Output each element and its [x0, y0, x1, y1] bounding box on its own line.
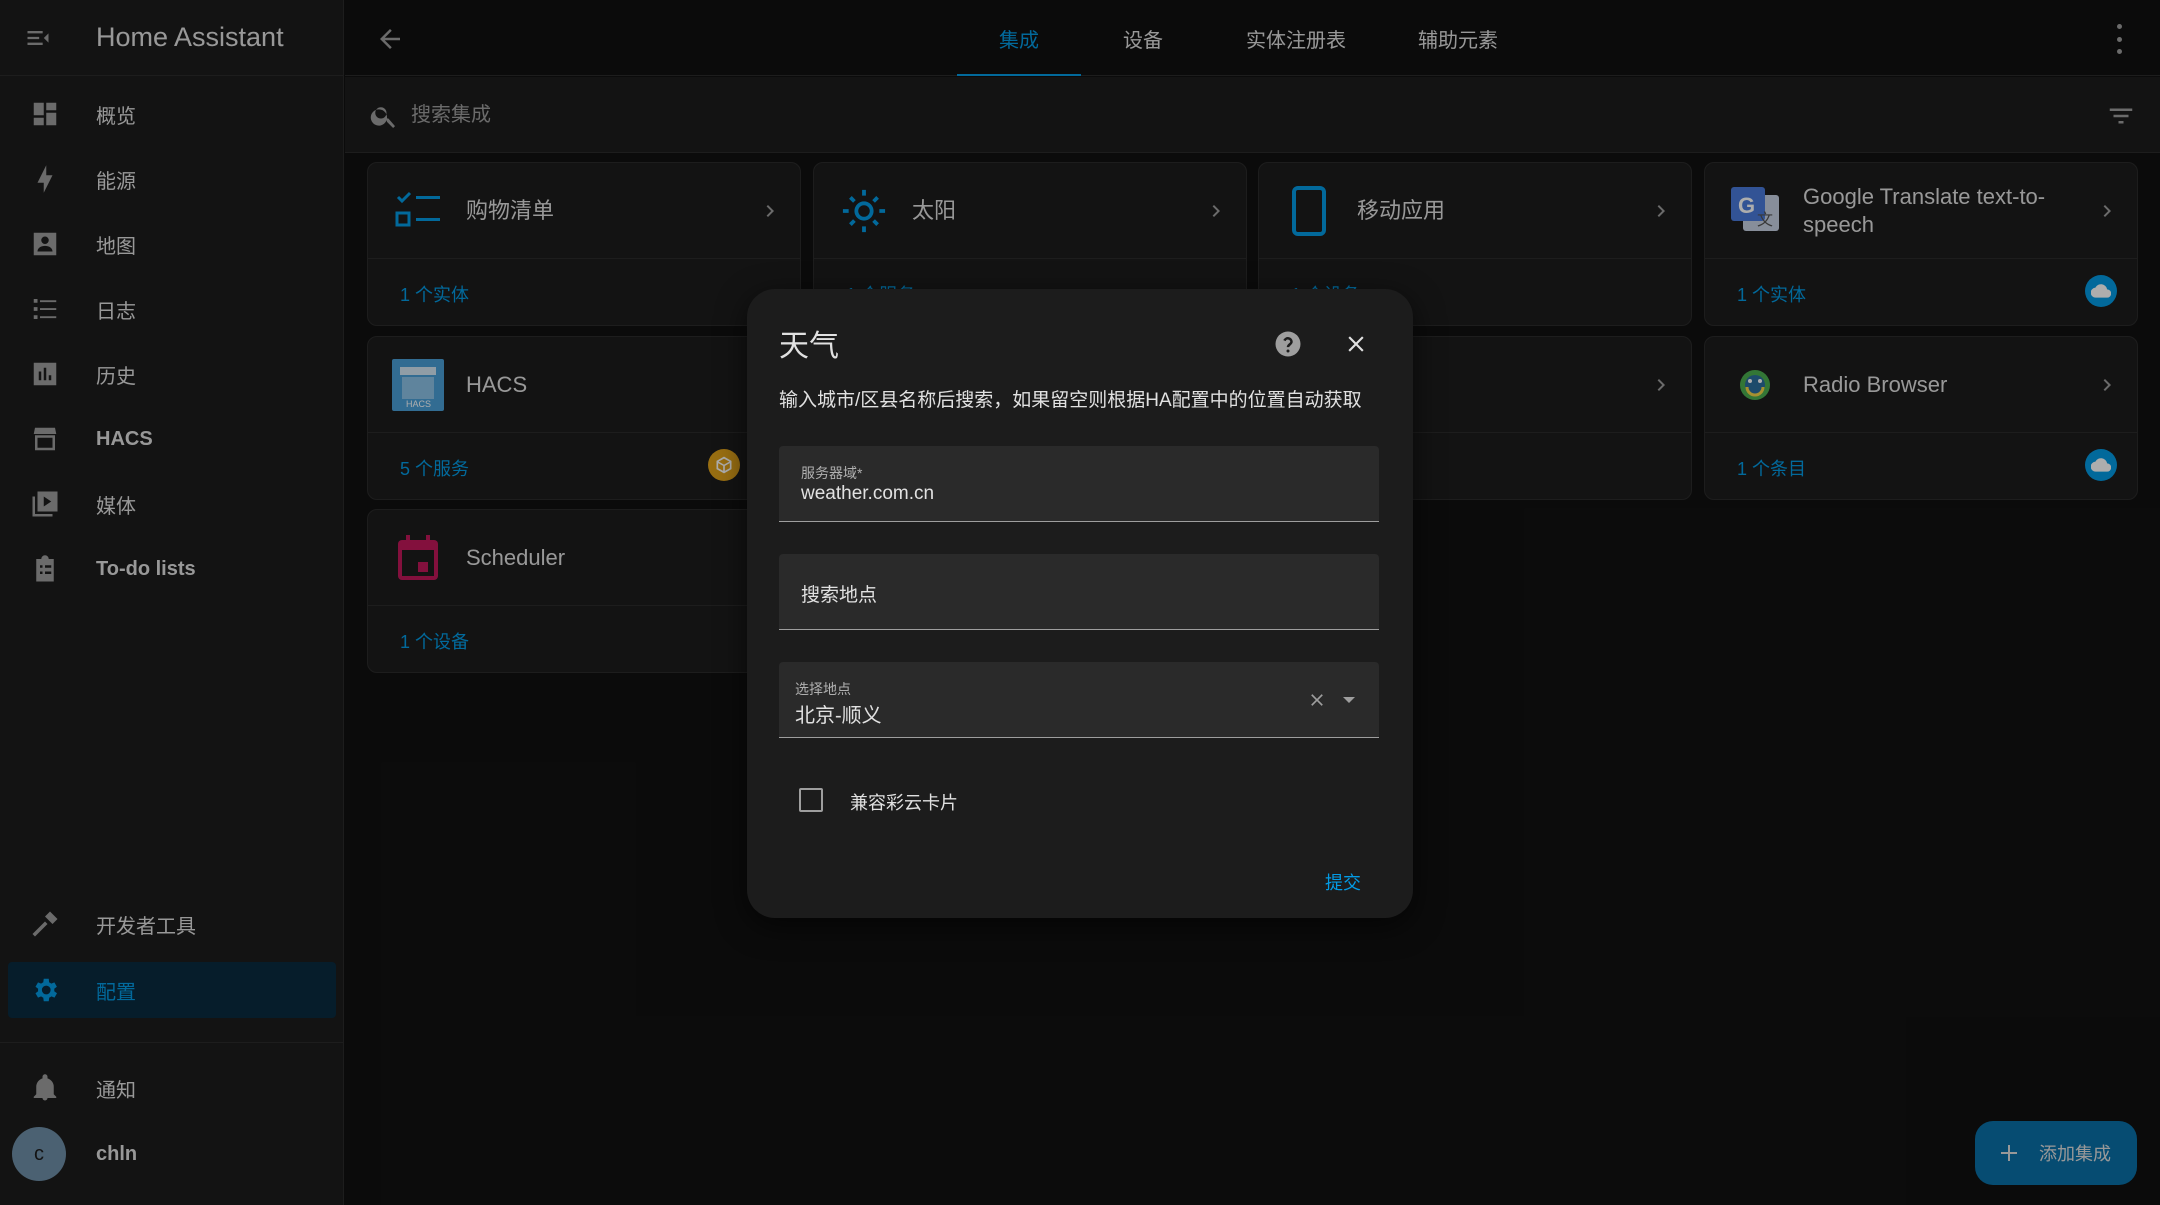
dropdown-arrow-icon[interactable]: [1343, 697, 1355, 703]
clear-icon[interactable]: [1307, 690, 1327, 710]
caiyun-compat-checkbox[interactable]: [799, 788, 823, 812]
dialog-description: 输入城市/区县名称后搜索，如果留空则根据HA配置中的位置自动获取: [779, 390, 1362, 411]
field-label: 服务器域*: [801, 465, 863, 481]
checkbox-label: 兼容彩云卡片: [850, 793, 958, 813]
config-flow-dialog: 天气 输入城市/区县名称后搜索，如果留空则根据HA配置中的位置自动获取 服务器域…: [747, 289, 1413, 918]
field-placeholder: 搜索地点: [801, 585, 878, 606]
select-location-field[interactable]: 选择地点 北京-顺义: [779, 662, 1379, 738]
field-value: 北京-顺义: [795, 705, 882, 727]
submit-button[interactable]: 提交: [1325, 869, 1361, 895]
dialog-title: 天气: [779, 330, 839, 363]
search-location-field[interactable]: 搜索地点: [779, 554, 1379, 630]
server-domain-field[interactable]: 服务器域* weather.com.cn: [779, 446, 1379, 522]
close-icon[interactable]: [1343, 331, 1369, 357]
field-value: weather.com.cn: [801, 483, 935, 504]
field-label: 选择地点: [795, 681, 851, 697]
help-circle-icon[interactable]: [1273, 329, 1303, 359]
